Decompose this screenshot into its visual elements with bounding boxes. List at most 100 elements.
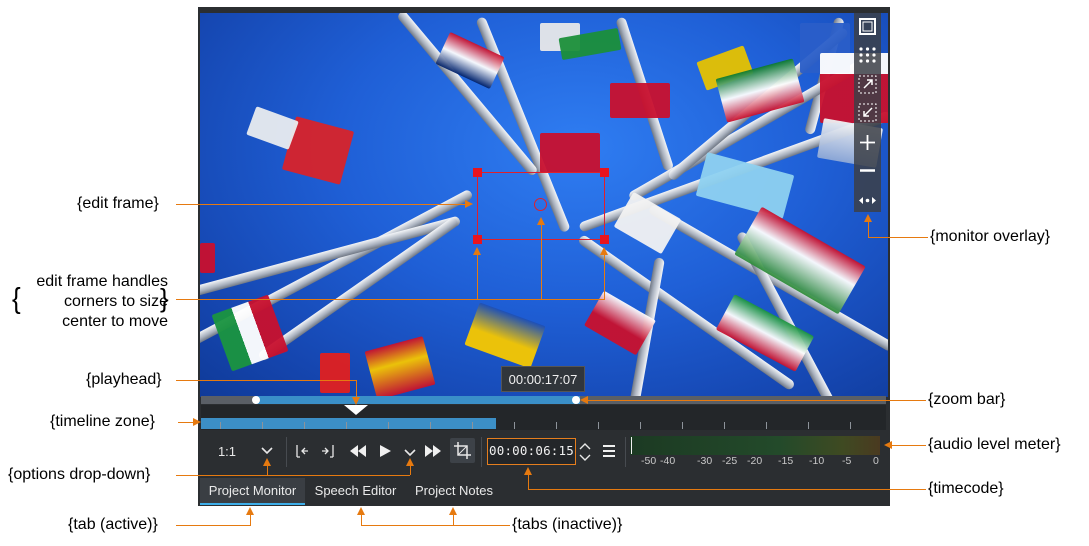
callout-line [541, 224, 542, 299]
callout-line [868, 237, 928, 238]
callout-line [178, 422, 194, 423]
ruler-tick [766, 422, 767, 429]
annotation-options-dropdown: {options drop-down} [8, 466, 151, 483]
ruler-tick [808, 422, 809, 429]
meter-scale-label: -10 [809, 455, 825, 467]
annotation-audio-level-meter: {audio level meter} [928, 436, 1061, 453]
brace-glyph: { [12, 281, 21, 315]
zoom-bar-left-handle[interactable] [252, 396, 260, 404]
callout-line [176, 299, 605, 300]
callout-arrow [193, 418, 201, 426]
keyframe-nav-icon[interactable] [858, 191, 877, 210]
set-zone-in-icon[interactable] [292, 442, 310, 463]
annotation-handles-line-1: edit frame handles [36, 273, 168, 290]
callout-arrow [473, 247, 481, 255]
ruler-tick [598, 422, 599, 429]
meter-scale-label: -30 [697, 455, 713, 467]
meter-scale-label: -25 [722, 455, 738, 467]
callout-line [361, 525, 510, 526]
meter-scale-label: -20 [747, 455, 763, 467]
timeline-zone[interactable] [201, 418, 496, 429]
timecode-spin-icon[interactable] [578, 441, 592, 466]
audio-level-peak-marker [631, 437, 632, 454]
timecode-field[interactable]: 00:00:06:15 [487, 438, 576, 465]
set-zone-out-icon[interactable] [320, 442, 338, 463]
remove-keyframe-icon[interactable] [858, 161, 877, 180]
callout-arrow [465, 200, 473, 208]
callout-line [891, 445, 926, 446]
callout-arrow [449, 507, 457, 515]
ruler-tick [724, 422, 725, 429]
ruler-tick [640, 422, 641, 429]
meter-scale-label: -15 [778, 455, 794, 467]
meter-scale-label: -5 [842, 455, 852, 467]
ruler-tick [304, 422, 305, 429]
play-icon[interactable] [376, 442, 394, 463]
ruler-tick [220, 422, 221, 429]
callout-line [176, 525, 251, 526]
callout-line [176, 475, 410, 476]
callout-line [586, 400, 926, 401]
ruler-tick [682, 422, 683, 429]
callout-arrow [864, 214, 872, 222]
ruler-tick [850, 422, 851, 429]
callout-arrow [524, 467, 532, 475]
annotation-edit-frame: {edit frame} [77, 195, 159, 212]
tab-project-notes[interactable]: Project Notes [408, 478, 500, 503]
separator [625, 437, 626, 467]
monitor-overlay-toolbar [854, 13, 881, 212]
callout-line [453, 514, 454, 526]
fullscreen-icon[interactable] [858, 17, 877, 36]
callout-line [528, 474, 529, 490]
zoom-level-label: 1:1 [217, 444, 237, 459]
callout-line [868, 221, 869, 238]
callout-line [356, 380, 357, 398]
zoom-bar-right-handle[interactable] [572, 396, 580, 404]
separator [286, 437, 287, 467]
callout-arrow [406, 458, 414, 466]
separator [481, 437, 482, 467]
annotation-handles-line-3: center to move [62, 313, 168, 330]
callout-line [250, 514, 251, 526]
callout-arrow [246, 507, 254, 515]
tab-speech-editor[interactable]: Speech Editor [309, 478, 402, 503]
grid-icon[interactable] [858, 45, 877, 64]
annotation-monitor-overlay: {monitor overlay} [930, 228, 1051, 245]
edit-frame-handle-bottom-left[interactable] [473, 235, 482, 244]
callout-arrow [352, 397, 360, 405]
callout-arrow [537, 217, 545, 225]
brace-glyph: } [160, 283, 169, 313]
tab-project-monitor[interactable]: Project Monitor [200, 478, 305, 505]
edit-frame-center-handle[interactable] [534, 198, 547, 211]
ruler-tick [388, 422, 389, 429]
callout-arrow [600, 247, 608, 255]
edit-frame-handle-top-right[interactable] [600, 168, 609, 177]
edit-frame-handle-top-left[interactable] [473, 168, 482, 177]
add-keyframe-icon[interactable] [858, 133, 877, 152]
audio-level-meter [630, 436, 880, 455]
callout-arrow [357, 507, 365, 515]
zoom-in-icon[interactable] [858, 75, 877, 94]
playhead-time-tooltip: 00:00:17:07 [501, 366, 585, 392]
ruler-tick [556, 422, 557, 429]
annotation-timecode: {timecode} [928, 480, 1004, 497]
fast-forward-icon[interactable] [423, 442, 443, 463]
meter-scale-label: -40 [660, 455, 676, 467]
callout-arrow [263, 458, 271, 466]
crop-icon[interactable] [450, 438, 475, 463]
playhead[interactable] [344, 405, 368, 415]
annotation-tab-active: {tab (active)} [68, 516, 158, 533]
meter-scale-label: -50 [641, 455, 657, 467]
callout-arrow [580, 396, 588, 404]
annotation-tabs-inactive: {tabs (inactive)} [512, 516, 623, 533]
callout-line [528, 489, 926, 490]
rewind-icon[interactable] [348, 442, 368, 463]
annotation-timeline-zone: {timeline zone} [50, 413, 155, 430]
menu-icon[interactable] [601, 443, 617, 462]
zoom-out-icon[interactable] [858, 103, 877, 122]
callout-line [176, 380, 357, 381]
callout-line [176, 204, 465, 205]
zoom-bar-range[interactable] [256, 396, 580, 404]
callout-arrow [884, 441, 892, 449]
edit-frame-handle-bottom-right[interactable] [600, 235, 609, 244]
